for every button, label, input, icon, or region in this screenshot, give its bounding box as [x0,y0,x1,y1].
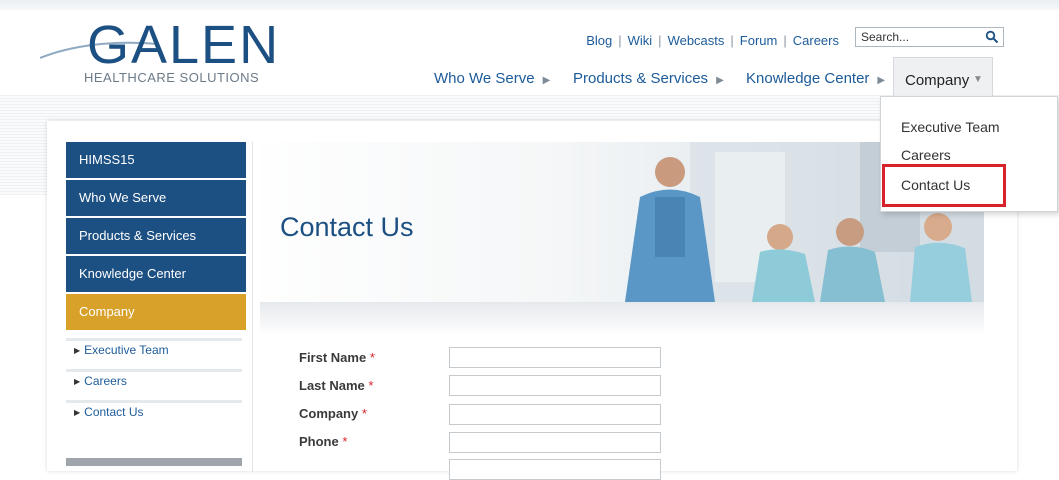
phone-label: Phone * [299,434,348,449]
sidebar-sub-executive-team[interactable]: ▶ Executive Team [66,338,242,368]
util-link-careers[interactable]: Careers [793,33,839,48]
sidebar-item-products-services[interactable]: Products & Services [66,218,246,254]
page-banner: Contact Us [260,142,984,302]
first-name-label: First Name * [299,350,375,365]
sidebar-sub-careers[interactable]: ▶ Careers [66,369,242,399]
sidebar-item-who-we-serve[interactable]: Who We Serve [66,180,246,216]
nav-products-services[interactable]: Products & Services ▶ [573,70,724,87]
first-name-input[interactable] [449,347,661,368]
chevron-right-icon: ▶ [877,75,886,86]
triangle-right-icon: ▶ [74,377,81,386]
phone-input[interactable] [449,432,661,453]
last-name-label: Last Name * [299,378,374,393]
util-link-webcasts[interactable]: Webcasts [668,33,725,48]
sidebar-footer-bar [66,458,242,466]
dropdown-item-executive-team[interactable]: Executive Team [901,119,1000,135]
sidebar-item-knowledge-center[interactable]: Knowledge Center [66,256,246,292]
sidebar-item-company[interactable]: Company [66,294,246,330]
highlight-box [882,164,1006,207]
next-field-input[interactable] [449,459,661,480]
search-icon[interactable] [985,30,999,44]
triangle-right-icon: ▶ [74,408,81,417]
sidebar-divider [252,142,253,472]
util-link-forum[interactable]: Forum [740,33,778,48]
chevron-down-icon: ▼ [973,74,983,85]
last-name-input[interactable] [449,375,661,396]
search-input[interactable] [856,28,979,46]
banner-fade [260,302,984,336]
nav-company[interactable]: Company ▼ [893,57,993,97]
banner-photo-illustration [625,142,984,302]
chevron-right-icon: ▶ [542,75,551,86]
chevron-right-icon: ▶ [716,75,724,86]
nav-knowledge-center[interactable]: Knowledge Center ▶ [746,70,885,87]
company-input[interactable] [449,404,661,425]
nav-who-we-serve[interactable]: Who We Serve ▶ [434,70,550,87]
util-link-blog[interactable]: Blog [586,33,612,48]
company-label: Company * [299,406,367,421]
dropdown-item-careers[interactable]: Careers [901,147,951,163]
top-band [0,0,1059,10]
sidebar-sub-contact-us[interactable]: ▶ Contact Us [66,400,242,430]
util-link-wiki[interactable]: Wiki [628,33,653,48]
logo[interactable]: GALEN HEALTHCARE SOLUTIONS [40,18,278,90]
triangle-right-icon: ▶ [74,346,81,355]
logo-wordmark: GALEN [87,15,281,75]
sidebar-item-himss15[interactable]: HIMSS15 [66,142,246,178]
search-box [855,27,1004,47]
utility-nav: Blog | Wiki | Webcasts | Forum | Careers [586,33,839,48]
logo-subtitle: HEALTHCARE SOLUTIONS [84,70,260,85]
